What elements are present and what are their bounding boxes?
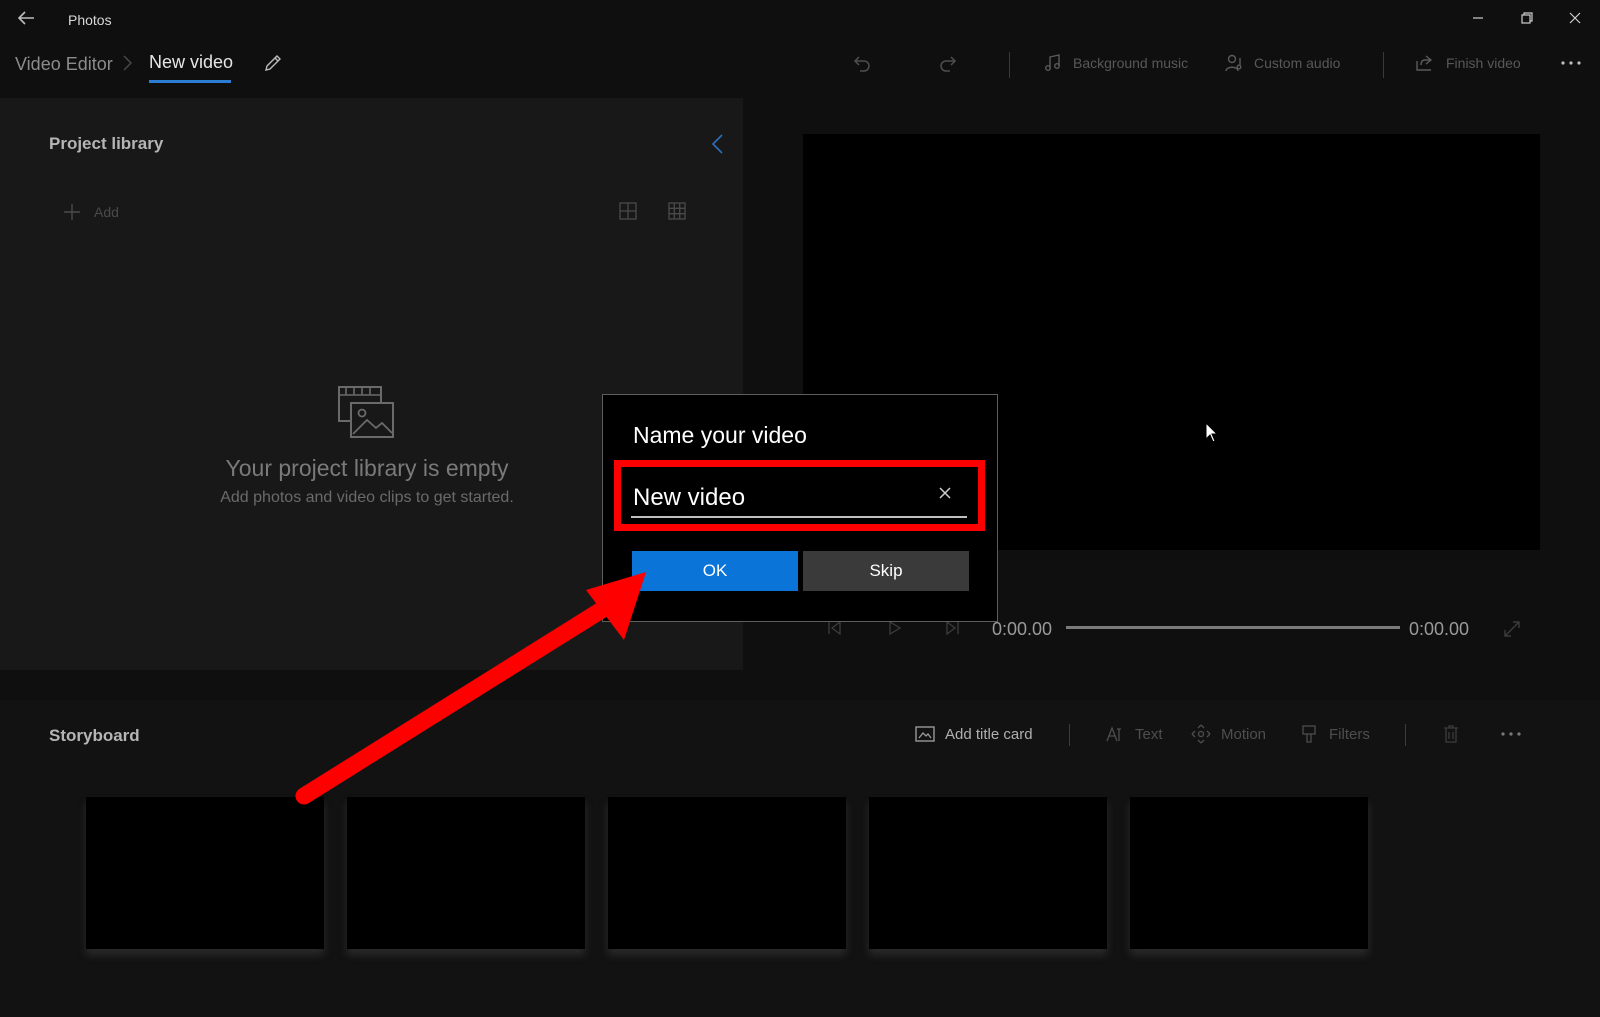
filters-button[interactable]: Filters — [1329, 726, 1370, 743]
current-time: 0:00.00 — [992, 619, 1053, 639]
fullscreen-icon[interactable] — [1502, 619, 1522, 639]
add-button[interactable]: Add — [94, 204, 119, 220]
breadcrumb-video-editor[interactable]: Video Editor — [15, 54, 113, 75]
storyboard-slot[interactable] — [347, 797, 585, 949]
breadcrumb-current[interactable]: New video — [149, 52, 233, 73]
chevron-right-icon — [123, 55, 132, 71]
trash-icon[interactable] — [1440, 723, 1462, 745]
app-title: Photos — [68, 12, 112, 28]
filters-icon — [1302, 725, 1316, 743]
custom-audio-icon — [1225, 54, 1242, 72]
large-grid-icon[interactable] — [618, 201, 638, 221]
empty-library-title: Your project library is empty — [225, 455, 509, 481]
add-icon — [64, 204, 80, 220]
text-button[interactable]: Text — [1135, 726, 1163, 743]
skip-button[interactable]: Skip — [803, 551, 969, 591]
finish-video-button[interactable]: Finish video — [1446, 55, 1521, 71]
pencil-icon[interactable] — [262, 52, 284, 74]
motion-icon — [1191, 724, 1211, 744]
title-bar — [0, 0, 1600, 40]
toolbar — [0, 40, 1600, 96]
close-icon[interactable] — [1563, 6, 1587, 30]
media-library-icon — [338, 386, 394, 438]
title-card-icon — [915, 726, 935, 742]
undo-icon[interactable] — [851, 52, 873, 74]
music-note-icon — [1045, 54, 1060, 71]
storyboard-slot[interactable] — [86, 797, 324, 949]
storyboard-slot[interactable] — [608, 797, 846, 949]
storyboard-title: Storyboard — [49, 726, 140, 745]
mouse-cursor-icon — [1205, 422, 1219, 443]
storyboard-divider — [1405, 724, 1406, 746]
more-icon[interactable] — [1560, 52, 1582, 74]
toolbar-divider — [1383, 52, 1384, 78]
text-icon — [1106, 726, 1121, 742]
dialog-title: Name your video — [633, 422, 807, 448]
collapse-chevron-icon[interactable] — [708, 132, 728, 156]
more-icon[interactable] — [1500, 723, 1522, 745]
project-library-title: Project library — [49, 134, 164, 153]
breadcrumb-underline — [149, 80, 231, 83]
background-music-button[interactable]: Background music — [1073, 55, 1188, 71]
ok-button[interactable]: OK — [632, 551, 798, 591]
storyboard-divider — [1069, 724, 1070, 746]
custom-audio-button[interactable]: Custom audio — [1254, 55, 1340, 71]
total-time: 0:00.00 — [1409, 619, 1470, 639]
redo-icon[interactable] — [937, 52, 959, 74]
minimize-icon[interactable] — [1466, 6, 1490, 30]
storyboard-slot[interactable] — [1130, 797, 1368, 949]
seek-bar[interactable] — [1066, 626, 1400, 629]
empty-library-subtitle: Add photos and video clips to get starte… — [220, 489, 514, 506]
share-export-icon — [1416, 55, 1433, 71]
back-arrow-icon[interactable] — [14, 6, 38, 30]
storyboard-slot[interactable] — [869, 797, 1107, 949]
restore-icon[interactable] — [1515, 6, 1539, 30]
motion-button[interactable]: Motion — [1221, 726, 1266, 743]
add-title-card-button[interactable]: Add title card — [945, 726, 1033, 743]
small-grid-icon[interactable] — [667, 201, 687, 221]
toolbar-divider — [1009, 52, 1010, 78]
highlight-box — [614, 460, 985, 531]
